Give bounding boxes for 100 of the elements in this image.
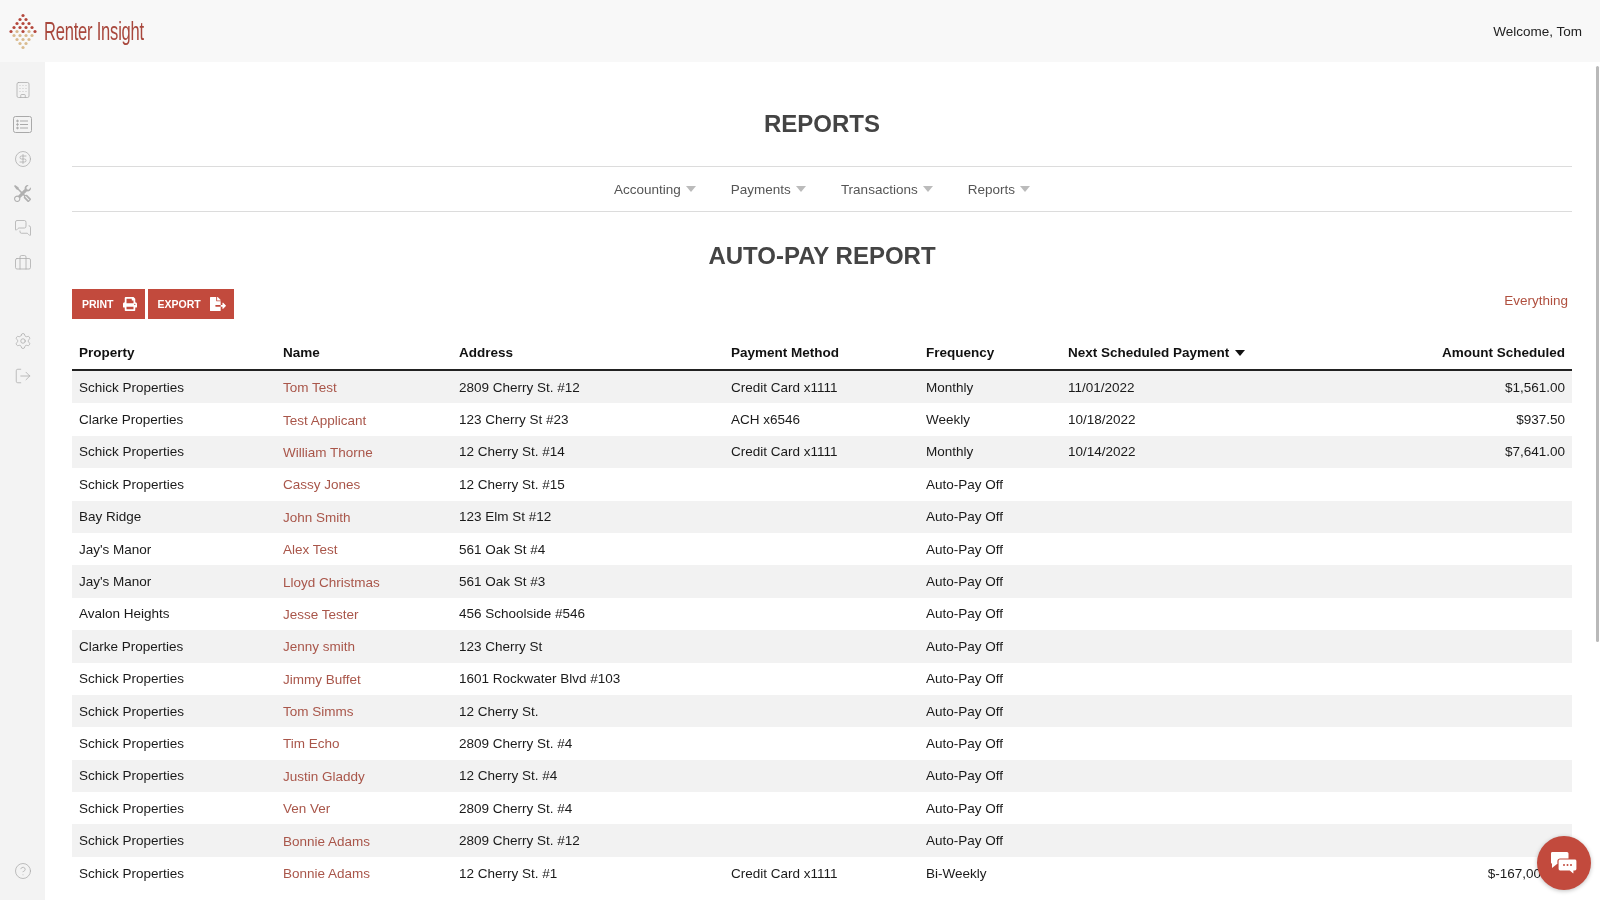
table-cell-text: 123 Elm St #12 xyxy=(458,509,553,525)
menu-dropdown[interactable]: Accounting xyxy=(614,181,696,197)
tenant-name-link[interactable]: William Thorne xyxy=(283,444,373,460)
table-cell-text: Schick Properties xyxy=(78,768,186,784)
table-cell-text: Auto-Pay Off xyxy=(925,736,1005,751)
briefcase-icon[interactable] xyxy=(13,254,32,272)
table-cell-text: 123 Cherry St #23 xyxy=(458,412,570,428)
filter-link[interactable]: Everything xyxy=(1504,293,1568,308)
table-cell-text: Schick Properties xyxy=(78,865,186,881)
table-cell-text: Schick Properties xyxy=(78,379,186,395)
table-cell-text: Monthly xyxy=(925,379,975,395)
tenant-name-link[interactable]: Jimmy Buffet xyxy=(283,671,361,687)
help-icon[interactable] xyxy=(13,862,32,880)
tenant-name-link[interactable]: Bonnie Adams xyxy=(283,833,371,849)
chat-bubbles-icon xyxy=(1550,851,1578,875)
tenant-name-link[interactable]: Alex Test xyxy=(283,542,338,558)
logo-text: Renter Insight xyxy=(44,16,144,46)
table-cell-text: Auto-Pay Off xyxy=(925,671,1005,687)
column-header[interactable]: Property xyxy=(72,345,276,360)
page-title: REPORTS xyxy=(764,109,880,139)
table-cell-text: Credit Card x1111 xyxy=(730,865,839,881)
table-cell-text: Schick Properties xyxy=(78,703,186,719)
tenant-name-link[interactable]: John Smith xyxy=(283,509,351,525)
table-cell-text: $-167,00 xyxy=(1486,865,1542,881)
tools-icon[interactable] xyxy=(14,185,31,202)
table-cell-text: Auto-Pay Off xyxy=(925,476,1005,492)
table-cell-text: $937.50 xyxy=(1515,412,1566,428)
tenant-name-link[interactable]: Tom Simms xyxy=(283,704,354,720)
tenant-name-link[interactable]: Justin Gladdy xyxy=(283,768,365,784)
table-cell-text: 10/14/2022 xyxy=(1067,444,1137,460)
column-header[interactable]: Payment Method xyxy=(724,345,919,360)
menu-dropdown[interactable]: Payments xyxy=(730,181,806,197)
table-cell-text: Schick Properties xyxy=(78,671,186,687)
tenant-name-link[interactable]: Jesse Tester xyxy=(283,606,359,622)
dollar-icon[interactable] xyxy=(13,150,32,168)
table-cell-text: 2809 Cherry St. #4 xyxy=(458,736,574,751)
settings-icon[interactable] xyxy=(13,332,32,350)
print-button[interactable]: PRINT xyxy=(72,289,145,319)
table-cell-text: 12 Cherry St. xyxy=(458,703,540,719)
tenant-name-link[interactable]: Tim Echo xyxy=(283,736,340,752)
column-header[interactable]: Next Scheduled Payment xyxy=(1061,345,1321,360)
scrollbar-thumb[interactable] xyxy=(1596,66,1599,642)
chat-icon[interactable] xyxy=(13,219,32,237)
tenant-name-link[interactable]: Lloyd Christmas xyxy=(283,574,380,590)
table-cell-text: Auto-Pay Off xyxy=(925,800,1005,816)
building-icon[interactable] xyxy=(13,81,32,99)
export-button[interactable]: EXPORT xyxy=(147,289,234,319)
column-header[interactable]: Frequency xyxy=(919,345,1061,360)
table-cell-text: 2809 Cherry St. #4 xyxy=(458,800,574,816)
table-cell-text: 561 Oak St #3 xyxy=(458,574,547,590)
table-cell-text: Clarke Properties xyxy=(78,412,185,428)
table-cell-text: Avalon Heights xyxy=(78,606,171,622)
table-cell-text: 10/18/2022 xyxy=(1067,412,1137,428)
table-cell-text: Schick Properties xyxy=(78,444,186,460)
tenant-name-link[interactable]: Ven Ver xyxy=(283,801,331,817)
tenant-name-link[interactable]: Test Applicant xyxy=(283,412,367,428)
tenant-name-link[interactable]: Bonnie Adams xyxy=(283,866,371,882)
table-cell-text: Auto-Pay Off xyxy=(925,541,1005,557)
table-cell-text: Schick Properties xyxy=(78,833,186,849)
table-cell-text: 11/01/2022 xyxy=(1067,379,1136,395)
table-cell-text: Auto-Pay Off xyxy=(925,574,1005,590)
caret-icon xyxy=(685,186,696,192)
table-cell-text: Auto-Pay Off xyxy=(925,833,1005,849)
table-cell-text: Credit Card x1111 xyxy=(730,379,839,395)
caret-icon xyxy=(922,186,933,192)
table-cell-text: Schick Properties xyxy=(78,800,186,816)
table-cell-text: 561 Oak St #4 xyxy=(458,541,547,557)
table-cell-text: 1601 Rockwater Blvd #103 xyxy=(458,671,622,687)
logout-icon[interactable] xyxy=(13,367,32,385)
table-cell-text: Monthly xyxy=(925,444,975,460)
caret-icon xyxy=(795,186,806,192)
table-cell-text: Credit Card x1111 xyxy=(730,444,839,460)
tenant-name-link[interactable]: Cassy Jones xyxy=(283,477,361,493)
table-cell-text: 12 Cherry St. #1 xyxy=(458,865,559,881)
column-header[interactable]: Amount Scheduled xyxy=(1321,345,1572,360)
table-cell-text: Clarke Properties xyxy=(78,638,185,654)
menu-dropdown[interactable]: Reports xyxy=(967,181,1030,197)
table-cell-text: $1,561.00 xyxy=(1503,379,1566,395)
tenant-name-link[interactable]: Jenny smith xyxy=(283,639,356,655)
table-cell-text: Weekly xyxy=(925,412,971,428)
menu-dropdown[interactable]: Transactions xyxy=(840,181,933,197)
table-cell-text: Schick Properties xyxy=(78,476,186,492)
table-cell-text: 2809 Cherry St. #12 xyxy=(458,379,581,395)
list-icon[interactable] xyxy=(13,116,32,133)
column-header[interactable]: Name xyxy=(276,345,452,360)
table-cell-text: Bi-Weekly xyxy=(925,865,988,881)
table-cell-text: 123 Cherry St xyxy=(458,638,544,654)
table-cell-text: 12 Cherry St. #4 xyxy=(458,768,559,784)
tenant-name-link[interactable]: Tom Test xyxy=(283,380,337,396)
table-cell-text: ACH x6546 xyxy=(730,412,802,428)
table-cell-text: $7,641.00 xyxy=(1503,444,1566,460)
column-header[interactable]: Address xyxy=(452,345,724,360)
table-cell-text: Schick Properties xyxy=(78,736,186,751)
table-cell-text: 2809 Cherry St. #12 xyxy=(458,833,581,849)
caret-icon xyxy=(1019,186,1030,192)
welcome-text: Welcome, Tom xyxy=(1493,23,1582,39)
table-cell-text: Auto-Pay Off xyxy=(925,768,1005,784)
logo-icon xyxy=(8,12,38,50)
table-cell-text: Auto-Pay Off xyxy=(925,509,1005,525)
table-cell-text: 12 Cherry St. #14 xyxy=(458,444,566,460)
